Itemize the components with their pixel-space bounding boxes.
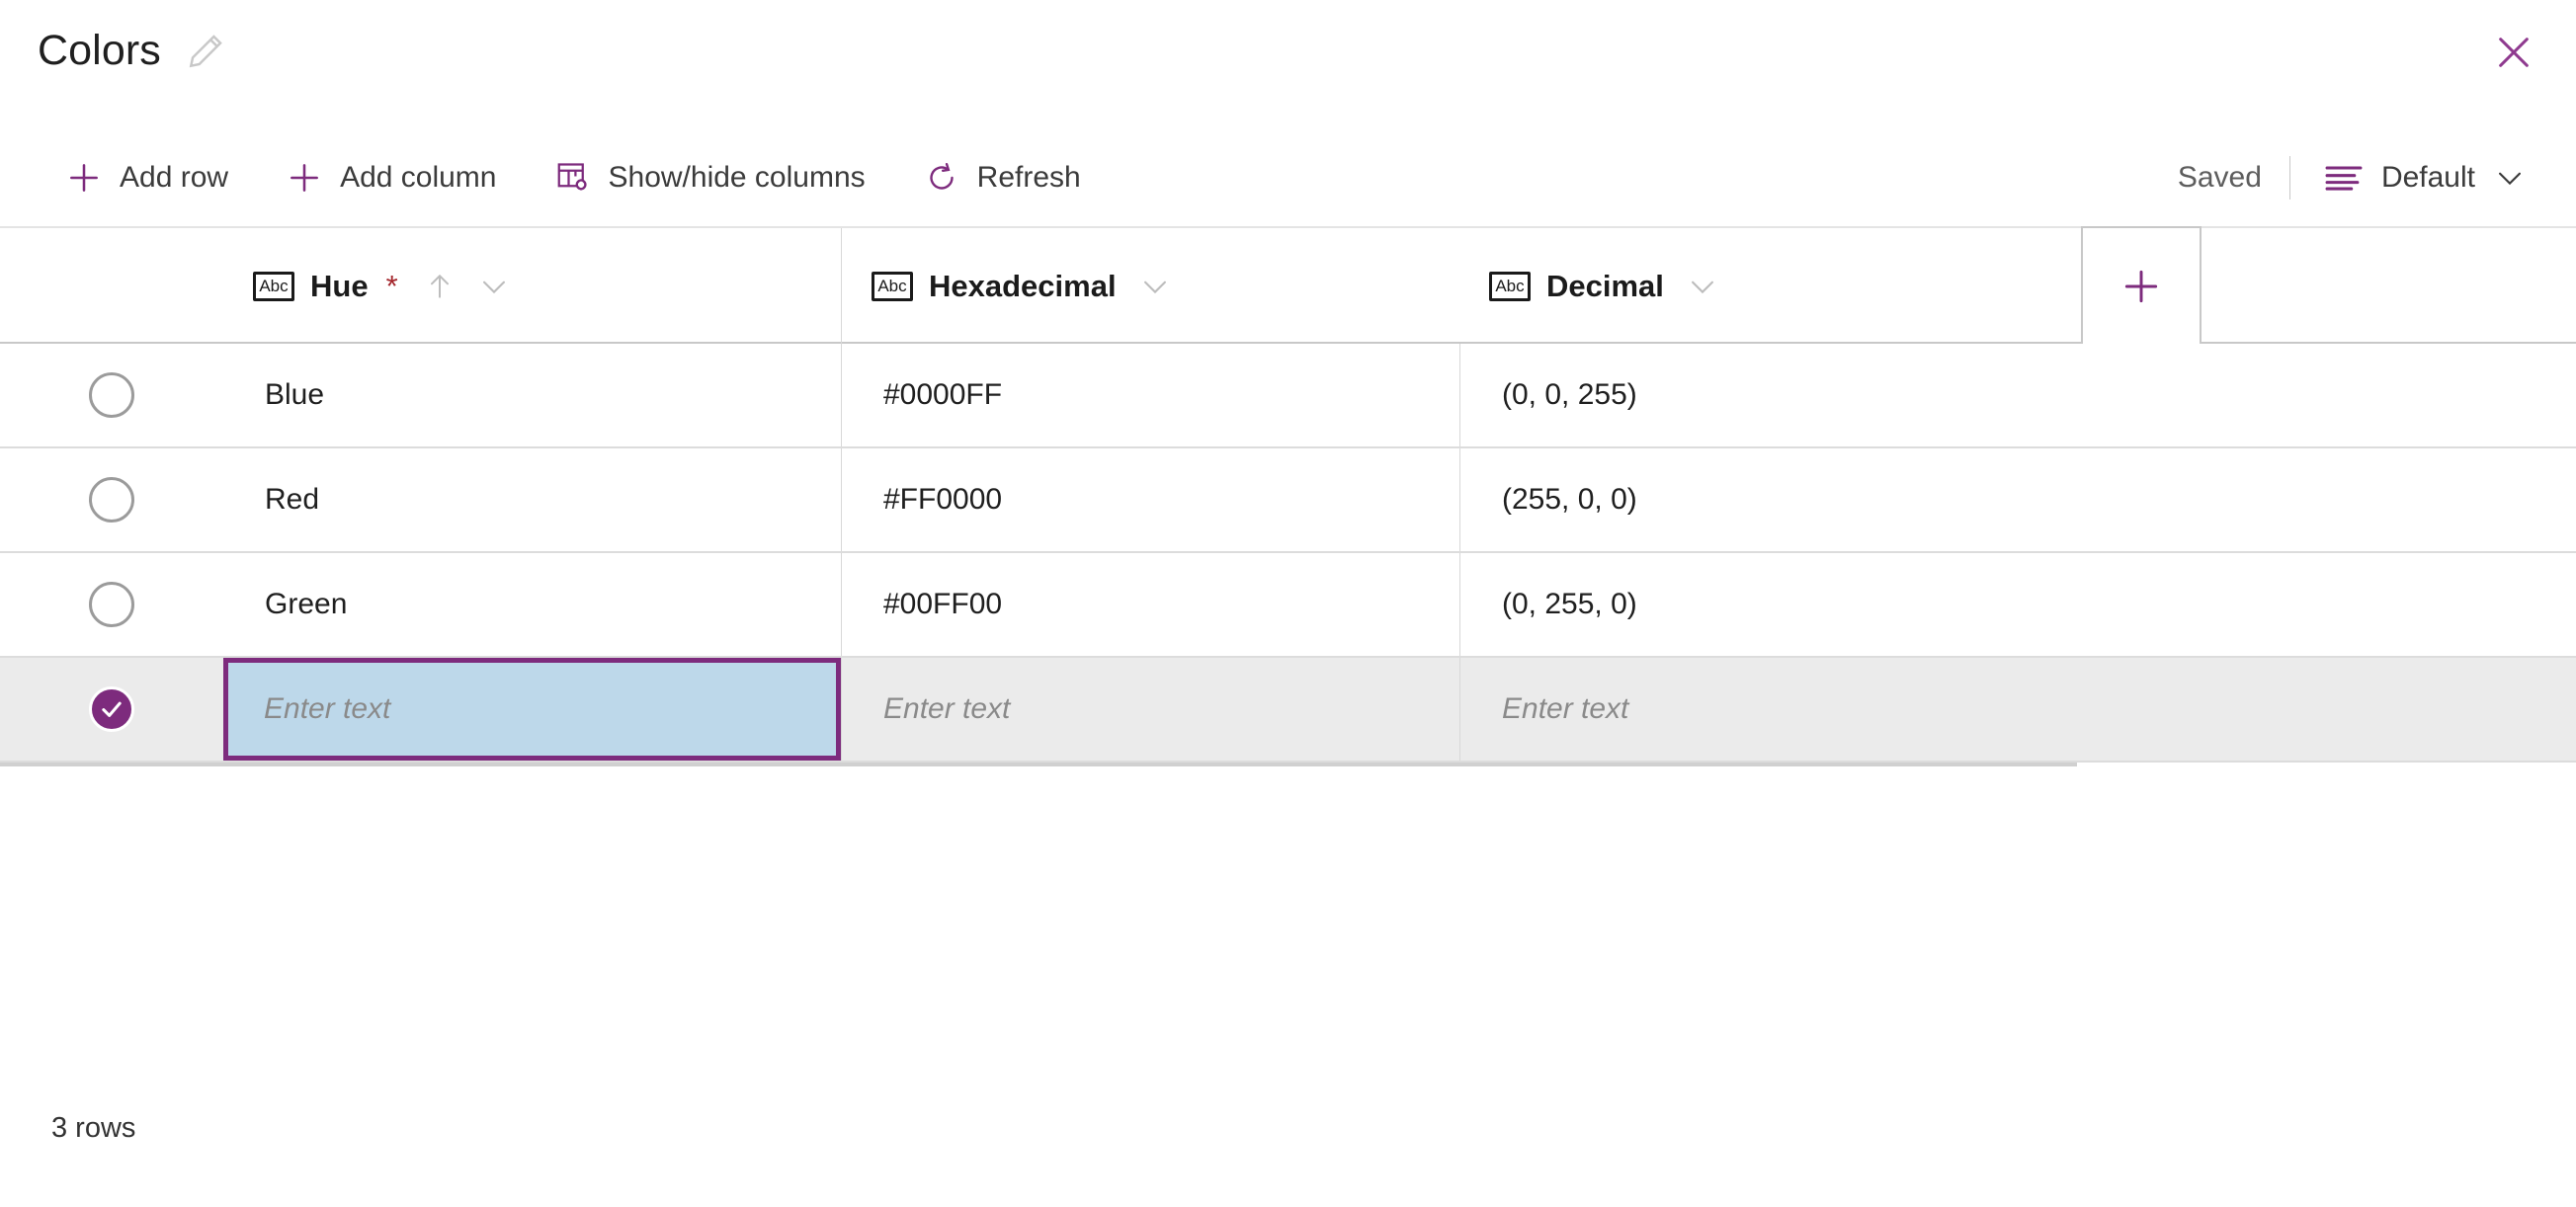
cell-hue[interactable]: Blue: [223, 344, 841, 446]
column-header-label: Decimal: [1546, 269, 1664, 303]
column-header-hexadecimal[interactable]: Abc Hexadecimal: [841, 228, 1459, 344]
title-group: Colors: [38, 30, 226, 72]
view-selector-label: Default: [2380, 160, 2475, 194]
text-type-icon: Abc: [1489, 271, 1531, 301]
table-row-new[interactable]: Enter text Enter text Enter text: [0, 658, 2576, 763]
save-status: Saved: [2177, 160, 2262, 194]
toolbar-divider: [2288, 155, 2290, 200]
radio-unchecked-icon: [89, 582, 134, 627]
chevron-down-icon[interactable]: [1138, 270, 1172, 303]
show-hide-columns-label: Show/hide columns: [608, 160, 866, 194]
show-hide-columns-button[interactable]: Show/hide columns: [546, 151, 891, 204]
cell-decimal[interactable]: (0, 255, 0): [1459, 553, 2077, 656]
column-header-label: Hexadecimal: [929, 269, 1117, 303]
add-column-header-button[interactable]: [2081, 226, 2202, 346]
row-select-toggle[interactable]: [0, 344, 223, 446]
text-type-icon: Abc: [872, 271, 913, 301]
refresh-icon: [923, 159, 960, 197]
entity-data-grid-panel: Colors Add row Add column Show/hide colu…: [0, 0, 2576, 1207]
close-button[interactable]: [2481, 20, 2546, 85]
cell-hue-input[interactable]: Enter text: [223, 658, 841, 761]
table-row[interactable]: Green #00FF00 (0, 255, 0): [0, 553, 2576, 658]
cell-hexadecimal[interactable]: #FF0000: [841, 448, 1459, 551]
command-bar-right: Saved Default: [2178, 130, 2533, 224]
close-icon: [2499, 38, 2529, 67]
cell-decimal[interactable]: (0, 0, 255): [1459, 344, 2077, 446]
table-row[interactable]: Red #FF0000 (255, 0, 0): [0, 448, 2576, 553]
column-header-decimal[interactable]: Abc Decimal: [1459, 228, 2077, 344]
page-title: Colors: [38, 27, 161, 74]
table-row[interactable]: Blue #0000FF (0, 0, 255): [0, 344, 2576, 448]
columns-settings-icon: [554, 159, 592, 197]
plus-icon: [65, 159, 103, 197]
pencil-icon[interactable]: [185, 31, 226, 72]
add-row-button[interactable]: Add row: [57, 151, 254, 204]
column-header-hue[interactable]: Abc Hue *: [223, 228, 841, 344]
data-grid: Abc Hue * Abc Hexadecimal Abc Decimal Bl…: [0, 226, 2576, 766]
cell-hexadecimal[interactable]: #00FF00: [841, 553, 1459, 656]
grid-body: Blue #0000FF (0, 0, 255) Red #FF0000 (25…: [0, 344, 2576, 766]
text-type-icon: Abc: [253, 271, 294, 301]
view-selector-button[interactable]: Default: [2318, 150, 2533, 205]
add-column-label: Add column: [340, 160, 497, 194]
title-bar: Colors: [0, 0, 2576, 128]
cell-hue[interactable]: Green: [223, 553, 841, 656]
cell-hexadecimal-input[interactable]: Enter text: [841, 658, 1459, 761]
add-column-button[interactable]: Add column: [278, 151, 522, 204]
row-select-toggle[interactable]: [0, 553, 223, 656]
chevron-down-icon[interactable]: [1686, 270, 1719, 303]
cell-decimal-input[interactable]: Enter text: [1459, 658, 2077, 761]
cell-hue[interactable]: Red: [223, 448, 841, 551]
radio-unchecked-icon: [89, 477, 134, 523]
plus-icon: [2124, 270, 2158, 302]
row-select-toggle[interactable]: [0, 658, 223, 761]
column-header-label: Hue: [310, 269, 369, 303]
refresh-button[interactable]: Refresh: [915, 151, 1107, 204]
radio-unchecked-icon: [89, 372, 134, 418]
view-list-icon: [2324, 158, 2364, 198]
arrow-up-icon[interactable]: [424, 270, 456, 303]
cell-decimal[interactable]: (255, 0, 0): [1459, 448, 2077, 551]
add-row-label: Add row: [120, 160, 229, 194]
grid-header-row: Abc Hue * Abc Hexadecimal Abc Decimal: [0, 226, 2576, 346]
command-bar-actions: Add row Add column Show/hide columns Ref…: [57, 130, 1130, 224]
refresh-label: Refresh: [976, 160, 1081, 194]
grid-bottom-border: [0, 763, 2077, 766]
command-bar: Add row Add column Show/hide columns Ref…: [0, 130, 2576, 224]
cell-hexadecimal[interactable]: #0000FF: [841, 344, 1459, 446]
radio-checked-icon: [89, 686, 134, 732]
plus-icon: [286, 159, 323, 197]
chevron-down-icon: [2493, 161, 2527, 195]
required-asterisk: *: [385, 269, 398, 303]
chevron-down-icon[interactable]: [477, 270, 511, 303]
row-select-toggle[interactable]: [0, 448, 223, 551]
row-count-label: 3 rows: [51, 1112, 136, 1144]
